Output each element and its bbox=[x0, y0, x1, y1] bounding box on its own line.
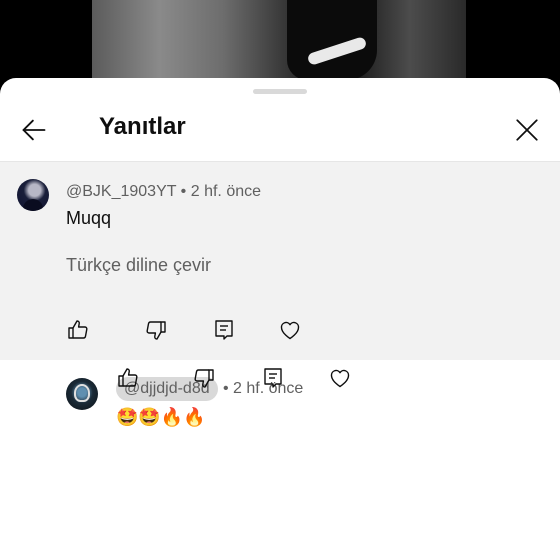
dislike-button[interactable] bbox=[144, 318, 168, 342]
replies-sheet: Yanıtlar @BJK_1903YT • 2 hf. önce Muqq T… bbox=[0, 78, 560, 560]
like-button[interactable] bbox=[116, 366, 140, 390]
dislike-button[interactable] bbox=[192, 366, 216, 390]
thumbs-up-icon bbox=[118, 368, 138, 387]
comment-text: Muqq bbox=[66, 208, 112, 228]
parent-comment: @BJK_1903YT • 2 hf. önce Muqq Türkçe dil… bbox=[0, 162, 560, 360]
arrow-left-icon bbox=[22, 119, 46, 141]
back-button[interactable] bbox=[16, 112, 52, 148]
heart-icon bbox=[280, 321, 300, 340]
comment-text: 🤩🤩🔥🔥 bbox=[116, 407, 206, 428]
comment-meta: @BJK_1903YT • 2 hf. önce bbox=[66, 183, 261, 201]
close-button[interactable] bbox=[509, 112, 545, 148]
video-frame: 9 bbox=[92, 0, 466, 90]
close-icon bbox=[516, 119, 538, 141]
meta-separator: • bbox=[176, 183, 191, 200]
heart-button[interactable] bbox=[278, 318, 302, 342]
comment-time: 2 hf. önce bbox=[190, 183, 262, 200]
video-player[interactable]: 9 bbox=[0, 0, 560, 90]
sheet-header: Yanıtlar bbox=[0, 100, 560, 160]
like-button[interactable] bbox=[66, 318, 90, 342]
thumbs-up-icon bbox=[68, 320, 88, 339]
reply-button[interactable] bbox=[212, 318, 236, 342]
comment-author[interactable]: @BJK_1903YT bbox=[66, 183, 176, 200]
heart-button[interactable] bbox=[328, 366, 352, 390]
reply-button[interactable] bbox=[261, 366, 285, 390]
translate-link[interactable]: Türkçe diline çevir bbox=[66, 255, 211, 276]
drag-handle[interactable] bbox=[253, 89, 307, 94]
comment-icon bbox=[264, 368, 282, 388]
heart-icon bbox=[330, 369, 350, 388]
thumbs-down-icon bbox=[194, 369, 214, 388]
page-title: Yanıtlar bbox=[99, 113, 186, 140]
thumbs-down-icon bbox=[146, 321, 166, 340]
comment-icon bbox=[215, 320, 233, 340]
avatar[interactable] bbox=[66, 378, 98, 410]
avatar[interactable] bbox=[17, 179, 49, 211]
